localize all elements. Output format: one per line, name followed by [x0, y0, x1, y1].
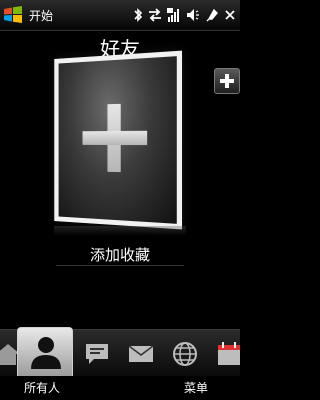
- side-add-button[interactable]: [214, 68, 240, 94]
- softkey-menu[interactable]: 菜单: [184, 379, 208, 396]
- person-icon: [31, 337, 61, 369]
- add-favorite-card[interactable]: [54, 50, 183, 230]
- tab-messages[interactable]: [75, 330, 119, 377]
- tab-people[interactable]: [17, 327, 73, 377]
- signal-icon[interactable]: [167, 7, 181, 23]
- tab-internet[interactable]: [163, 330, 207, 377]
- close-icon[interactable]: [224, 7, 236, 23]
- message-icon: [86, 344, 108, 364]
- card-reflection: [54, 226, 186, 236]
- start-label: 开始: [29, 9, 54, 23]
- caption-divider: [56, 265, 184, 266]
- windows-logo-icon: [4, 6, 22, 23]
- status-bar: 开始: [0, 0, 240, 31]
- softkey-bar: 所有人 菜单: [0, 376, 240, 400]
- bluetooth-icon[interactable]: [133, 7, 143, 23]
- add-favorite-label[interactable]: 添加收藏: [0, 244, 240, 265]
- plus-icon-bar: [82, 130, 148, 146]
- add-favorite-card-face: [58, 56, 177, 224]
- plus-icon-bar: [220, 79, 234, 83]
- mail-icon: [128, 345, 154, 362]
- globe-icon: [173, 342, 197, 366]
- tab-mail[interactable]: [119, 330, 163, 377]
- softkey-all-people[interactable]: 所有人: [24, 379, 60, 396]
- calendar-icon: [218, 342, 240, 365]
- tab-bar: [0, 327, 240, 377]
- battery-charging-icon[interactable]: [205, 7, 219, 23]
- data-transfer-icon[interactable]: [148, 7, 162, 23]
- volume-icon[interactable]: [186, 7, 200, 23]
- start-button[interactable]: 开始: [3, 5, 61, 25]
- tab-calendar[interactable]: [207, 330, 251, 377]
